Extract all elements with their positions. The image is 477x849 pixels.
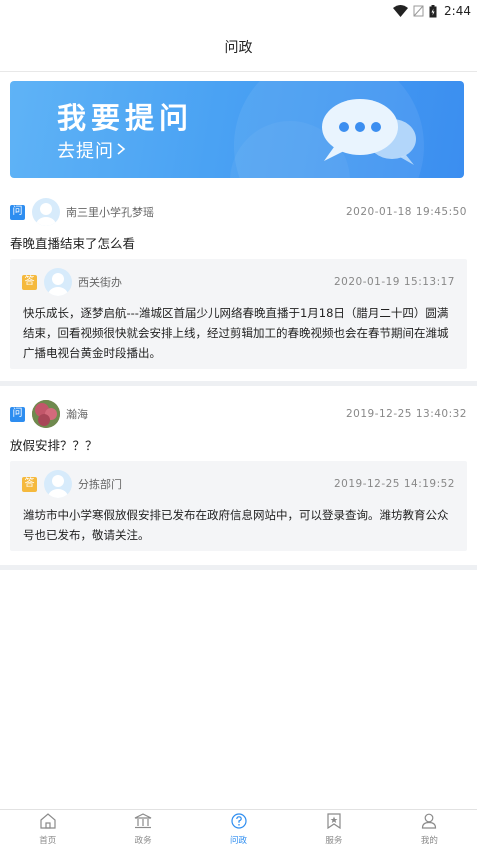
answer-text: 潍坊市中小学寒假放假安排已发布在政府信息网站中，可以登录查询。潍坊教育公众号也已… <box>23 508 449 542</box>
nav-item-inquiry[interactable]: 问政 <box>191 810 286 849</box>
page-header: 问政 <box>0 22 477 72</box>
page-title: 问政 <box>224 39 253 56</box>
nav-label: 问政 <box>230 836 248 846</box>
user-icon <box>421 813 437 833</box>
answer-text: 快乐成长，逐梦启航---潍城区首届少儿网络春晚直播于1月18日（腊月二十四）圆满… <box>23 306 449 360</box>
chat-bubbles-icon <box>310 95 422 171</box>
ask-question-banner[interactable]: 我要提问 去提问 <box>10 81 464 178</box>
battery-icon <box>429 4 437 18</box>
home-icon <box>39 813 57 833</box>
nav-item-home[interactable]: 首页 <box>0 810 95 849</box>
answer-time: 2020-01-19 15:13:17 <box>333 276 455 288</box>
avatar <box>44 470 72 498</box>
wifi-icon <box>393 5 409 17</box>
question-text: 放假安排？？？ <box>10 438 98 453</box>
answer-tag: 答 <box>22 274 37 290</box>
question-text: 春晚直播结束了怎么看 <box>10 236 136 251</box>
banner-subtitle[interactable]: 去提问 <box>57 137 126 163</box>
responder-name: 西关街办 <box>78 276 122 289</box>
question-time: 2020-01-18 19:45:50 <box>345 206 467 218</box>
banner-subtitle-label: 去提问 <box>57 141 114 162</box>
avatar <box>32 198 60 226</box>
nav-item-mine[interactable]: 我的 <box>382 810 477 849</box>
nav-label: 首页 <box>39 836 57 846</box>
status-bar: 2:44 <box>0 0 477 22</box>
question-header: 问 瀚海 2019-12-25 13:40:32 <box>10 399 467 429</box>
chevron-right-icon <box>116 140 126 161</box>
question-tag: 问 <box>10 204 25 220</box>
answer-box: 答 西关街办 2020-01-19 15:13:17 快乐成长，逐梦启航---潍… <box>10 259 467 369</box>
answer-tag: 答 <box>22 476 37 492</box>
banner-title: 我要提问 <box>57 101 194 135</box>
divider <box>0 565 477 570</box>
nav-item-service[interactable]: 服务 <box>286 810 381 849</box>
nav-label: 我的 <box>420 836 438 846</box>
answer-time: 2019-12-25 14:19:52 <box>333 478 455 490</box>
nav-item-government[interactable]: 政务 <box>95 810 190 849</box>
status-time: 2:44 <box>444 4 471 18</box>
divider <box>0 381 477 386</box>
question-tag: 问 <box>10 406 25 422</box>
government-building-icon <box>134 813 152 833</box>
question-time: 2019-12-25 13:40:32 <box>345 408 467 420</box>
answer-header: 答 分拣部门 2019-12-25 14:19:52 <box>22 469 455 499</box>
asker-name: 瀚海 <box>66 408 88 421</box>
question-header: 问 南三里小学孔梦瑶 2020-01-18 19:45:50 <box>10 197 467 227</box>
avatar <box>32 400 60 428</box>
answer-header: 答 西关街办 2020-01-19 15:13:17 <box>22 267 455 297</box>
avatar <box>44 268 72 296</box>
no-signal-icon <box>413 5 424 17</box>
question-circle-icon <box>230 813 247 833</box>
asker-name: 南三里小学孔梦瑶 <box>66 206 154 219</box>
responder-name: 分拣部门 <box>78 478 122 491</box>
nav-label: 政务 <box>134 836 152 846</box>
nav-label: 服务 <box>325 836 343 846</box>
answer-box: 答 分拣部门 2019-12-25 14:19:52 潍坊市中小学寒假放假安排已… <box>10 461 467 551</box>
bookmark-star-icon <box>326 813 342 833</box>
bottom-nav: 首页 政务 问政 服务 我的 <box>0 809 477 849</box>
